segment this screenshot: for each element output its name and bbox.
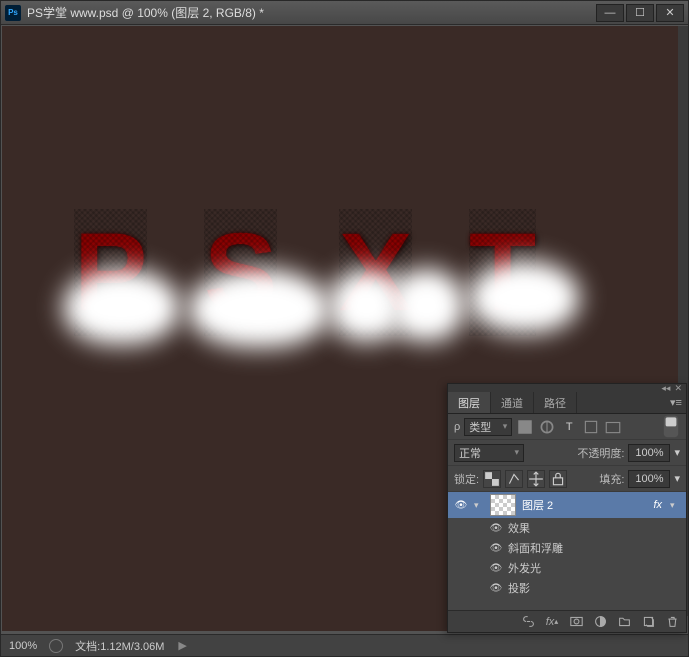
photoshop-app-icon: Ps [5,5,21,21]
panel-menu-icon[interactable]: ▾≡ [666,392,686,413]
visibility-eye-icon[interactable] [490,542,502,554]
document-title: PS学堂 www.psd @ 100% (图层 2, RGB/8) * [27,4,594,21]
lock-all-icon[interactable] [549,470,567,488]
maximize-button[interactable]: ☐ [626,4,654,22]
fur-decoration [339,279,394,331]
lock-pixels-icon[interactable] [505,470,523,488]
tab-paths[interactable]: 路径 [534,392,577,413]
delete-layer-trash-icon[interactable] [664,614,680,630]
text-artwork: P S X T [74,209,594,369]
statusbar-menu-chevron-icon[interactable]: ▶ [178,639,186,652]
layers-panel: ◂◂ ✕ 图层 通道 路径 ▾≡ ρ 类型 ▾ T 正常 ▾ [447,383,687,633]
lock-label: 锁定: [454,471,479,487]
minimize-button[interactable]: — [596,4,624,22]
layer-effect-item[interactable]: 外发光 [448,558,686,578]
statusbar: 100% 文档:1.12M/3.06M ▶ [1,634,688,656]
opacity-value[interactable]: 100% [628,444,670,462]
tab-layers[interactable]: 图层 [448,392,491,413]
visibility-eye-icon[interactable] [490,522,502,534]
filter-pixel-icon[interactable] [516,418,534,436]
chevron-down-icon: ▾ [503,421,508,432]
tab-channels[interactable]: 通道 [491,392,534,413]
layer-filter-row: ρ 类型 ▾ T [448,414,686,440]
fx-disclosure-icon[interactable]: ▾ [670,500,680,511]
disclosure-triangle-icon[interactable]: ▾ [474,500,484,511]
effects-label: 效果 [508,520,530,536]
layer-effect-item[interactable]: 投影 [448,578,686,598]
photoshop-window: Ps PS学堂 www.psd @ 100% (图层 2, RGB/8) * —… [0,0,689,657]
visibility-eye-icon[interactable] [490,562,502,574]
effect-name: 斜面和浮雕 [508,540,563,556]
filter-kind-icon: ρ [454,421,460,433]
lock-fill-row: 锁定: 填充: 100% ▾ [448,466,686,492]
chevron-down-icon: ▾ [514,447,519,458]
filter-type-icon[interactable]: T [560,418,578,436]
layer-thumbnail[interactable] [490,494,516,516]
adjustment-layer-icon[interactable] [592,614,608,630]
panel-dragbar[interactable]: ◂◂ ✕ [448,384,686,392]
fur-decoration [74,279,169,334]
visibility-eye-icon[interactable] [454,498,468,512]
layer-effect-item[interactable]: 斜面和浮雕 [448,538,686,558]
fill-label: 填充: [599,471,624,487]
layer-mask-icon[interactable] [568,614,584,630]
blend-opacity-row: 正常 ▾ 不透明度: 100% ▾ [448,440,686,466]
filter-toggle-switch[interactable] [662,418,680,436]
document-size-info: 文档:1.12M/3.06M [75,638,164,654]
layer-group-icon[interactable] [616,614,632,630]
titlebar: Ps PS学堂 www.psd @ 100% (图层 2, RGB/8) * —… [1,1,688,25]
blend-mode-value: 正常 [459,445,481,461]
new-layer-icon[interactable] [640,614,656,630]
layer-fx-badge[interactable]: fx [653,499,662,511]
status-info-icon[interactable] [49,639,63,653]
opacity-slider-chevron-icon[interactable]: ▾ [674,446,680,459]
filter-shape-icon[interactable] [582,418,600,436]
fur-decoration [399,279,454,331]
fill-value[interactable]: 100% [628,470,670,488]
link-layers-icon[interactable] [520,614,536,630]
lock-transparency-icon[interactable] [483,470,501,488]
filter-kind-label: 类型 [469,419,491,435]
fill-slider-chevron-icon[interactable]: ▾ [674,472,680,485]
effect-name: 投影 [508,580,530,596]
layer-row-active[interactable]: ▾ 图层 2 fx ▾ [448,492,686,518]
effect-name: 外发光 [508,560,541,576]
fur-decoration [479,271,569,323]
layer-name[interactable]: 图层 2 [522,497,647,513]
blend-mode-select[interactable]: 正常 ▾ [454,444,524,462]
layer-style-fx-icon[interactable]: fx▴ [544,614,560,630]
fur-decoration [199,279,319,337]
visibility-eye-icon[interactable] [490,582,502,594]
close-button[interactable]: ✕ [656,4,684,22]
opacity-label: 不透明度: [577,445,624,461]
layers-panel-footer: fx▴ [448,610,686,632]
panel-tabs: 图层 通道 路径 ▾≡ [448,392,686,414]
filter-kind-select[interactable]: 类型 ▾ [464,418,512,436]
layer-list: ▾ 图层 2 fx ▾ 效果 斜面和浮雕 外发光 投影 [448,492,686,610]
filter-smartobject-icon[interactable] [604,418,622,436]
layer-effects-header[interactable]: 效果 [448,518,686,538]
zoom-level[interactable]: 100% [9,640,37,652]
lock-position-icon[interactable] [527,470,545,488]
filter-adjustment-icon[interactable] [538,418,556,436]
